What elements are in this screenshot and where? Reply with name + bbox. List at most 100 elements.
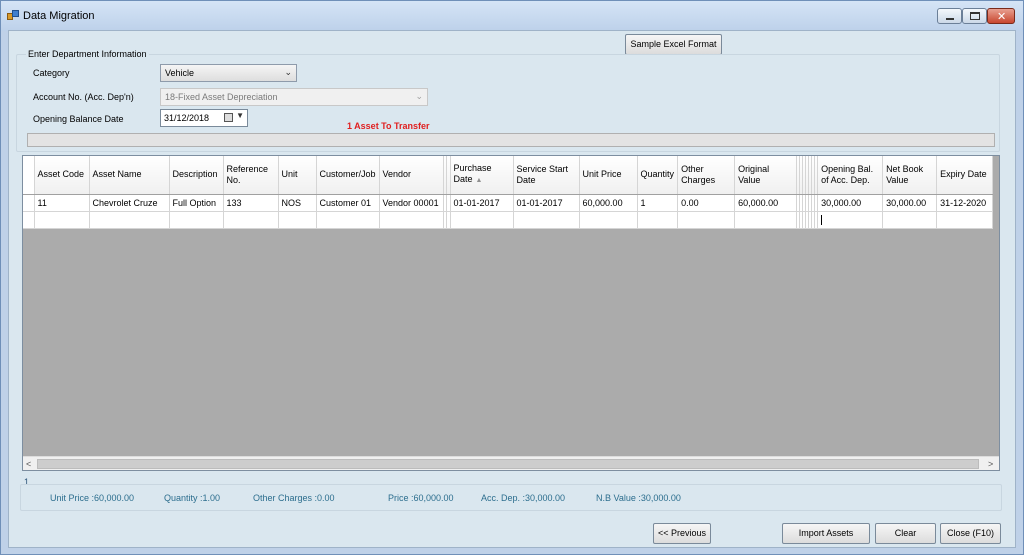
empty-cell[interactable] xyxy=(677,211,736,229)
cell-vendor[interactable]: Vendor 00001 xyxy=(379,194,444,212)
minimize-button[interactable] xyxy=(937,8,962,24)
column-header[interactable]: Net Book Value xyxy=(882,156,938,195)
empty-cell[interactable] xyxy=(169,211,224,229)
window-title: Data Migration xyxy=(23,10,95,22)
cell-expiry-date[interactable]: 31-12-2020 xyxy=(936,194,994,212)
row-header[interactable] xyxy=(23,211,35,229)
opening-date-label: Opening Balance Date xyxy=(33,114,124,124)
column-header[interactable]: Other Charges xyxy=(677,156,736,195)
summary-unit-price: Unit Price :60,000.00 xyxy=(50,493,135,503)
asset-table: Asset Code Asset Name Description Refere… xyxy=(23,156,994,229)
table-row[interactable]: 11 Chevrolet Cruze Full Option 133 NOS C… xyxy=(23,194,994,212)
empty-cell[interactable] xyxy=(882,211,938,229)
calendar-icon[interactable] xyxy=(224,113,233,122)
import-assets-button[interactable]: Import Assets xyxy=(782,523,870,544)
row-header-corner xyxy=(23,156,35,195)
cell-other-charges[interactable]: 0.00 xyxy=(677,194,736,212)
account-label: Account No. (Acc. Dep'n) xyxy=(33,92,134,102)
column-header[interactable]: Original Value xyxy=(734,156,798,195)
empty-cell[interactable] xyxy=(579,211,638,229)
column-header[interactable]: Service Start Date xyxy=(513,156,580,195)
cell-asset-code[interactable]: 11 xyxy=(34,194,90,212)
empty-cell[interactable] xyxy=(316,211,380,229)
close-icon: ✕ xyxy=(997,11,1007,23)
category-value: Vehicle xyxy=(165,68,195,78)
column-header[interactable]: Quantity xyxy=(637,156,679,195)
scrollbar-thumb[interactable] xyxy=(37,459,979,469)
dropdown-arrow-icon[interactable]: ▼ xyxy=(236,111,244,120)
clear-button[interactable]: Clear xyxy=(875,523,936,544)
minimize-icon xyxy=(946,18,954,20)
opening-date-picker[interactable]: 31/12/2018 ▼ xyxy=(160,109,248,127)
scroll-left-icon[interactable]: < xyxy=(26,457,31,470)
cell-customer-job[interactable]: Customer 01 xyxy=(316,194,380,212)
chevron-down-icon: ⌄ xyxy=(284,67,292,77)
summary-acc-dep: Acc. Dep. :30,000.00 xyxy=(481,493,566,503)
cell-service-start-date[interactable]: 01-01-2017 xyxy=(513,194,580,212)
empty-cell[interactable] xyxy=(450,211,514,229)
horizontal-scrollbar[interactable]: < > xyxy=(23,456,999,470)
empty-cell[interactable] xyxy=(223,211,279,229)
empty-cell[interactable] xyxy=(278,211,317,229)
summary-quantity: Quantity :1.00 xyxy=(164,493,221,503)
summary-nb-value: N.B Value :30,000.00 xyxy=(596,493,681,503)
app-icon xyxy=(7,10,19,22)
cell-description[interactable]: Full Option xyxy=(169,194,224,212)
summary-price: Price :60,000.00 xyxy=(388,493,454,503)
transfer-count-message: 1 Asset To Transfer xyxy=(347,121,430,131)
category-select[interactable]: Vehicle ⌄ xyxy=(160,64,297,82)
grid-background: Asset Code Asset Name Description Refere… xyxy=(23,156,999,456)
empty-cell[interactable] xyxy=(34,211,90,229)
close-window-button[interactable]: ✕ xyxy=(987,8,1015,24)
chevron-down-icon: ⌄ xyxy=(415,91,423,101)
transfer-progress-bar xyxy=(27,133,995,147)
column-header[interactable]: Reference No. xyxy=(223,156,279,195)
column-header[interactable]: Expiry Date xyxy=(936,156,994,195)
maximize-button[interactable] xyxy=(962,8,987,24)
column-header[interactable]: Asset Name xyxy=(89,156,170,195)
column-header-sorted[interactable]: Purchase Date ▲ xyxy=(450,156,514,195)
column-header[interactable]: Description xyxy=(169,156,224,195)
cell-original-value[interactable]: 60,000.00 xyxy=(734,194,798,212)
cell-reference-no[interactable]: 133 xyxy=(223,194,279,212)
cell-net-book-value[interactable]: 30,000.00 xyxy=(882,194,938,212)
empty-cell[interactable] xyxy=(513,211,580,229)
column-header[interactable]: Unit Price xyxy=(579,156,638,195)
column-header[interactable]: Customer/Job xyxy=(316,156,380,195)
empty-cell[interactable] xyxy=(936,211,994,229)
cell-purchase-date[interactable]: 01-01-2017 xyxy=(450,194,514,212)
cell-quantity[interactable]: 1 xyxy=(637,194,679,212)
close-button[interactable]: Close (F10) xyxy=(940,523,1001,544)
cell-opening-bal-acc-dep[interactable]: 30,000.00 xyxy=(817,194,884,212)
column-header[interactable]: Asset Code xyxy=(34,156,90,195)
cell-unit-price[interactable]: 60,000.00 xyxy=(579,194,638,212)
account-select: 18-Fixed Asset Depreciation ⌄ xyxy=(160,88,428,106)
asset-data-grid[interactable]: Asset Code Asset Name Description Refere… xyxy=(22,155,1000,471)
column-header[interactable]: Opening Bal. of Acc. Dep. xyxy=(817,156,884,195)
summary-other-charges: Other Charges :0.00 xyxy=(253,493,335,503)
title-bar[interactable]: Data Migration ✕ xyxy=(1,1,1023,31)
opening-date-value: 31/12/2018 xyxy=(164,113,210,123)
department-info-group-label: Enter Department Information xyxy=(26,49,149,59)
table-row-new[interactable] xyxy=(23,211,994,229)
account-value: 18-Fixed Asset Depreciation xyxy=(165,92,278,102)
empty-cell[interactable] xyxy=(379,211,444,229)
empty-cell[interactable] xyxy=(637,211,679,229)
category-label: Category xyxy=(33,68,70,78)
cell-asset-name[interactable]: Chevrolet Cruze xyxy=(89,194,170,212)
grid-header-row: Asset Code Asset Name Description Refere… xyxy=(23,156,994,195)
sort-ascending-icon: ▲ xyxy=(475,177,483,185)
row-header[interactable] xyxy=(23,194,35,212)
empty-cell[interactable] xyxy=(89,211,170,229)
cell-unit[interactable]: NOS xyxy=(278,194,317,212)
editing-cell[interactable] xyxy=(817,211,884,229)
maximize-icon xyxy=(970,12,980,20)
scroll-right-icon[interactable]: > xyxy=(988,457,993,470)
empty-cell[interactable] xyxy=(734,211,798,229)
previous-button[interactable]: << Previous xyxy=(653,523,711,544)
text-cursor xyxy=(821,214,823,225)
sample-excel-format-button[interactable]: Sample Excel Format xyxy=(625,34,722,55)
column-header[interactable]: Unit xyxy=(278,156,317,195)
column-header[interactable]: Vendor xyxy=(379,156,444,195)
sorted-column-label: Purchase Date xyxy=(453,163,492,185)
